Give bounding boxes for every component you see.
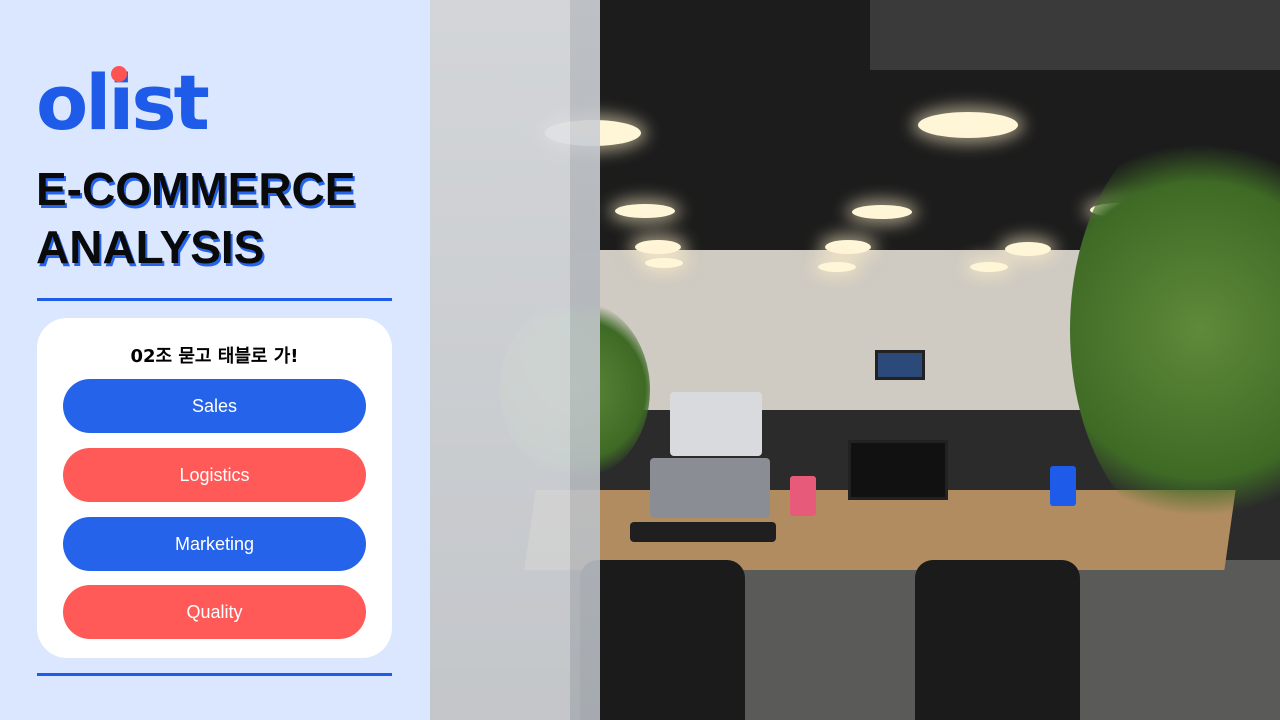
keyboard: [630, 522, 776, 542]
marketing-button[interactable]: Marketing: [63, 517, 366, 571]
office-photo: [430, 0, 1280, 720]
photo-duct: [870, 0, 1280, 70]
office-chair: [915, 560, 1080, 720]
wall-monitor: [875, 350, 925, 380]
ceiling-lamp: [825, 240, 871, 254]
pink-cup: [790, 476, 816, 516]
ceiling-lamp: [818, 262, 856, 272]
page-title: E-COMMERCE ANALYSIS: [36, 160, 355, 276]
ceiling-lamp: [970, 262, 1008, 272]
photo-overlay: [430, 0, 570, 720]
title-line-2: ANALYSIS: [36, 221, 265, 273]
quality-button[interactable]: Quality: [63, 585, 366, 639]
desk-monitor: [848, 440, 948, 500]
blue-cup: [1050, 466, 1076, 506]
top-divider: [37, 298, 392, 301]
bottom-divider: [37, 673, 392, 676]
olist-logo: olist: [36, 60, 210, 150]
ceiling-lamp: [852, 205, 912, 219]
sales-button[interactable]: Sales: [63, 379, 366, 433]
ceiling-lamp: [1005, 242, 1051, 256]
laptop-stickers: [650, 458, 770, 518]
logistics-button[interactable]: Logistics: [63, 448, 366, 502]
card-heading: 02조 묻고 태블로 가!: [130, 346, 299, 367]
title-line-1: E-COMMERCE: [36, 163, 356, 215]
office-chair: [580, 560, 745, 720]
laptop: [670, 392, 762, 456]
menu-card: 02조 묻고 태블로 가! Sales Logistics Marketing …: [37, 318, 392, 658]
left-panel: olist E-COMMERCE ANALYSIS 02조 묻고 태블로 가! …: [0, 0, 430, 720]
ceiling-lamp: [918, 112, 1018, 138]
ceiling-lamp: [635, 240, 681, 254]
logo-dot-icon: [111, 66, 127, 82]
ceiling-lamp: [645, 258, 683, 268]
ceiling-lamp: [615, 204, 675, 218]
